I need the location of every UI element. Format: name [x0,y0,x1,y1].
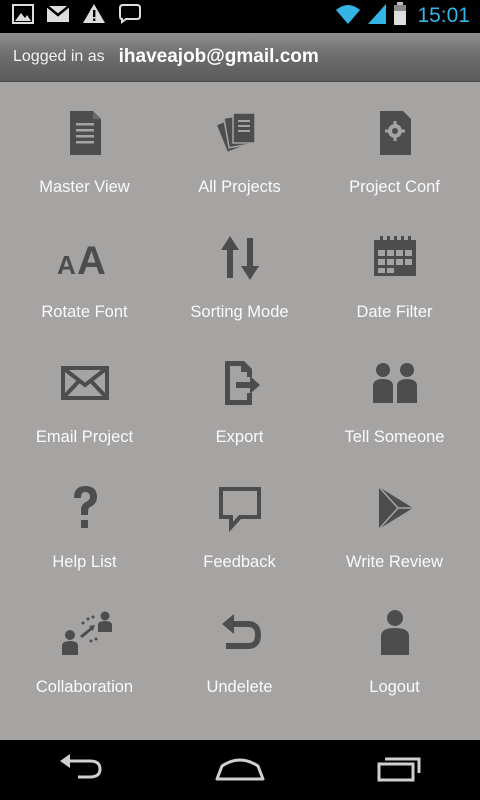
menu-item-label: Sorting Mode [190,303,289,321]
menu-item-undelete[interactable]: Undelete [162,583,317,708]
svg-text:A: A [57,250,76,280]
back-button[interactable] [40,747,120,793]
menu-item-help-list[interactable]: Help List [7,458,162,583]
menu-item-project-conf[interactable]: Project Conf [317,83,472,208]
menu-grid: Master View All Projects Project Conf AA… [0,83,480,708]
signal-icon [367,3,387,30]
menu-item-master-view[interactable]: Master View [7,83,162,208]
menu-item-rotate-font[interactable]: AA Rotate Font [7,208,162,333]
recent-apps-button[interactable] [360,747,440,793]
menu-item-label: Export [215,428,264,446]
gmail-icon [46,4,70,28]
menu-item-label: Rotate Font [41,303,128,321]
image-icon [12,3,34,29]
people-icon [365,353,425,413]
menu-item-label: Collaboration [35,678,134,696]
login-header: Logged in as ihaveajob@gmail.com [0,33,480,82]
menu-item-label: Feedback [203,553,276,571]
svg-text:A: A [77,239,106,283]
menu-item-label: Undelete [206,678,273,696]
document-gear-icon [365,103,425,163]
menu-item-label: Master View [39,178,130,196]
collaboration-icon [55,603,115,663]
font-size-icon: AA [55,228,115,288]
question-icon [55,478,115,538]
export-icon [210,353,270,413]
chat-bubble-icon [118,3,142,29]
back-icon [56,753,104,788]
menu-item-label: Write Review [346,553,443,571]
menu-item-logout[interactable]: Logout [317,583,472,708]
warning-icon [82,3,106,29]
menu-item-label: Project Conf [349,178,440,196]
menu-item-export[interactable]: Export [162,333,317,458]
notification-icons [12,3,142,29]
menu-item-feedback[interactable]: Feedback [162,458,317,583]
document-icon [55,103,115,163]
menu-item-email-project[interactable]: Email Project [7,333,162,458]
play-store-icon [365,478,425,538]
sort-arrows-icon [210,228,270,288]
menu-item-collaboration[interactable]: Collaboration [7,583,162,708]
menu-item-label: Email Project [35,428,134,446]
menu-item-write-review[interactable]: Write Review [317,458,472,583]
battery-icon [393,1,407,31]
navigation-bar [0,740,480,800]
system-icons: 15:01 [335,1,470,31]
calendar-icon [365,228,425,288]
menu-item-tell-someone[interactable]: Tell Someone [317,333,472,458]
person-icon [365,603,425,663]
login-email: ihaveajob@gmail.com [118,46,319,67]
menu-item-label: Help List [52,553,117,571]
menu-item-sorting-mode[interactable]: Sorting Mode [162,208,317,333]
stacked-documents-icon [210,103,270,163]
clock: 15:01 [417,4,470,27]
home-button[interactable] [200,747,280,793]
status-bar: 15:01 [0,0,480,33]
recent-apps-icon [375,753,425,788]
undo-icon [210,603,270,663]
menu-item-label: Tell Someone [344,428,445,446]
menu-item-label: Logout [369,678,420,696]
menu-item-label: All Projects [198,178,281,196]
login-label: Logged in as [13,48,105,65]
wifi-icon [335,3,361,30]
menu-item-date-filter[interactable]: Date Filter [317,208,472,333]
menu-item-all-projects[interactable]: All Projects [162,83,317,208]
menu-item-label: Date Filter [356,303,433,321]
speech-bubble-icon [210,478,270,538]
envelope-icon [55,353,115,413]
home-icon [214,754,266,787]
